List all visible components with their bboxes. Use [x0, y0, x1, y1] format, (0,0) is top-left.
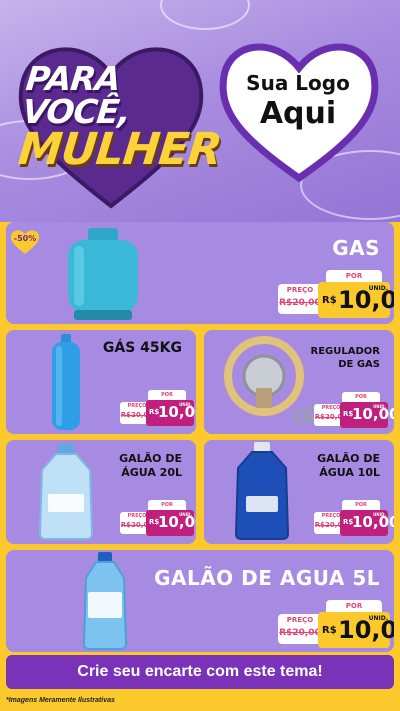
price-tag: PREÇOR$20,00 POR R$10,00UNID.: [314, 500, 394, 536]
water-jug-10l-image: [234, 442, 290, 540]
product-name: GÁS 45KG: [102, 340, 182, 356]
tall-cylinder-image: [52, 334, 80, 430]
por-label: POR: [326, 270, 382, 282]
price-label: PREÇO: [286, 286, 314, 294]
new-price-box: R$10,00UNID.: [318, 282, 394, 318]
product-card-galao-10l[interactable]: GALÃO DE ÁGUA 10L PREÇO R$20,00 POR R$ 10,…: [204, 440, 394, 544]
product-card-regulador[interactable]: REGULADOR DE GAS PREÇO R$20,00 POR R$ 10,0…: [204, 330, 394, 434]
product-card-galao-20l[interactable]: GALÃO DE ÁGUA 20L PREÇO R$20,00 POR R$ 10,…: [6, 440, 196, 544]
unit-label: UNID.: [368, 285, 388, 292]
new-price-box: R$10,00UNID.: [340, 402, 394, 428]
price-tag: PREÇOR$20,00 POR R$10,00UNID.: [314, 392, 394, 428]
disclaimer-text: *Imagens Meramente Ilustrativas: [6, 697, 115, 704]
price-label: PREÇO: [286, 616, 314, 624]
discount-badge: -50%: [10, 228, 40, 255]
por-label: POR: [148, 390, 186, 400]
price-tag: PREÇOR$20,00 POR R$10,00UNID.: [120, 500, 196, 536]
old-price: R$20,00: [279, 298, 321, 308]
header-banner: PARA VOCÊ, MULHER Sua Logo Aqui: [0, 0, 400, 222]
unit-label: UNID.: [179, 402, 192, 407]
logo-line2: Aqui: [259, 96, 337, 131]
por-label: POR: [342, 392, 380, 402]
title-line1: PARA VOCÊ,: [20, 59, 132, 131]
new-price-box: R$10,00UNID.: [146, 400, 196, 426]
create-flyer-banner[interactable]: Crie seu encarte com este tema!: [6, 655, 394, 689]
gas-cylinder-image: [68, 228, 138, 320]
product-name: GALÃO DE ÁGUA 10L: [317, 452, 380, 479]
product-name: GAS: [332, 236, 380, 260]
price-tag: PREÇOR$20,00 POR R$10,00UNID.: [120, 390, 196, 426]
title-line2: MULHER: [15, 124, 224, 175]
new-price-box: R$10,00UNID.: [340, 510, 394, 536]
product-name: GALÃO DE AGUA 5L: [154, 566, 380, 590]
product-card-galao-5l[interactable]: GALÃO DE AGUA 5L PREÇO R$20,00 POR R$ 10,0…: [6, 550, 394, 652]
unit-label: UNID.: [373, 404, 386, 409]
old-price: R$20,00: [279, 628, 321, 638]
currency: R$: [322, 625, 337, 636]
unit-label: UNID.: [179, 512, 192, 517]
logo-placeholder: Sua Logo Aqui: [230, 70, 366, 132]
product-card-gas-45kg[interactable]: GÁS 45KG PREÇOR$20,00 POR R$10,00UNID.: [6, 330, 196, 434]
por-label: POR: [148, 500, 186, 510]
new-price-box: R$10,00UNID.: [318, 612, 394, 648]
product-name: GALÃO DE ÁGUA 20L: [119, 452, 182, 479]
price-tag: PREÇO R$20,00 POR R$10,00UNID.: [278, 270, 394, 318]
por-label: POR: [342, 500, 380, 510]
water-bottle-5l-image: [82, 552, 128, 650]
old-price-box: PREÇO R$20,00: [278, 614, 322, 644]
por-label: POR: [326, 600, 382, 612]
currency: R$: [322, 295, 337, 306]
price-tag: PREÇO R$20,00 POR R$10,00UNID.: [278, 600, 394, 648]
old-price-box: PREÇO R$20,00: [278, 284, 322, 314]
unit-label: UNID.: [368, 615, 388, 622]
unit-label: UNID.: [373, 512, 386, 517]
promo-title: PARA VOCÊ, MULHER: [15, 59, 224, 175]
new-price-box: R$10,00UNID.: [146, 510, 196, 536]
product-name: REGULADOR DE GAS: [310, 346, 380, 370]
logo-line1: Sua Logo: [246, 71, 350, 95]
decorative-swirl: [160, 0, 250, 30]
product-card-gas[interactable]: GAS PREÇO R$20,00 POR R$10,00UNID.: [6, 222, 394, 324]
badge-label: -50%: [13, 234, 37, 243]
water-jug-20l-image: [38, 444, 94, 540]
